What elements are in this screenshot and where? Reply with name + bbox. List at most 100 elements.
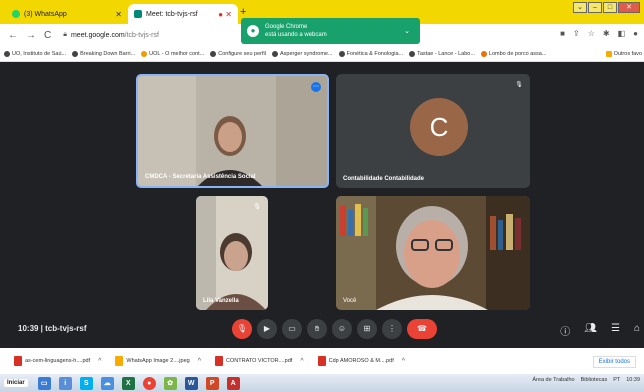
camera-button[interactable]: ▶ bbox=[257, 319, 277, 339]
leave-call-button[interactable]: ☎︎ bbox=[407, 319, 437, 339]
chevron-up-icon[interactable]: ^ bbox=[98, 358, 101, 365]
meet-area: ⋯ CMDCA - Secretaria Assistência Social … bbox=[0, 62, 644, 348]
participant-tile[interactable]: Você bbox=[336, 196, 530, 310]
notification-text: Google Chrome está usando a webcam bbox=[265, 24, 327, 38]
photos-icon[interactable]: ✿ bbox=[163, 376, 177, 390]
bookmark[interactable]: Configure seu perfil bbox=[210, 50, 266, 57]
participant-tile[interactable]: ⋯ CMDCA - Secretaria Assistência Social bbox=[136, 74, 329, 188]
reactions-button[interactable]: ☺ bbox=[332, 319, 352, 339]
pdf-icon bbox=[317, 356, 326, 366]
bookmark[interactable]: Asperger syndrome... bbox=[271, 50, 333, 57]
webcam-icon: ● bbox=[247, 25, 259, 37]
present-button[interactable]: ⊞ bbox=[357, 319, 377, 339]
captions-button[interactable]: ▭ bbox=[282, 319, 302, 339]
back-icon[interactable]: ← bbox=[8, 30, 18, 41]
maximize-button[interactable]: □ bbox=[603, 2, 617, 13]
cloud-icon[interactable]: ☁︎ bbox=[100, 376, 114, 390]
acrobat-icon[interactable]: A bbox=[226, 376, 240, 390]
tab-title: (3) WhatsApp bbox=[24, 10, 67, 18]
bookmark-icon bbox=[480, 50, 487, 57]
excel-icon[interactable]: X bbox=[121, 376, 135, 390]
taskbar-clock[interactable]: 10:39 bbox=[626, 377, 640, 383]
chevron-down-icon[interactable]: ⌄ bbox=[573, 2, 587, 13]
download-item[interactable]: Cdp AMOROSO & M....pdf ^ bbox=[317, 356, 405, 366]
skype-icon[interactable]: S bbox=[79, 376, 93, 390]
word-icon[interactable]: W bbox=[184, 376, 198, 390]
mic-muted-icon: 🎙︎ bbox=[515, 82, 523, 88]
bookmarks-bar: UO, Instituto de Saú... Breaking Down Ba… bbox=[0, 46, 644, 62]
webcam-notification[interactable]: ● Google Chrome está usando a webcam ⌄ bbox=[241, 18, 420, 44]
meeting-info: 10:39 | tcb-tvjs-rsf bbox=[18, 324, 87, 333]
activities-icon[interactable]: ⌂ bbox=[634, 323, 640, 338]
minimize-button[interactable]: – bbox=[588, 2, 602, 13]
bookmark[interactable]: Lombo de porco assa... bbox=[480, 50, 546, 57]
desktop-label[interactable]: Área de Trabalho bbox=[532, 377, 574, 383]
reload-icon[interactable]: C bbox=[44, 30, 51, 41]
pdf-icon bbox=[215, 356, 224, 366]
raise-hand-button[interactable]: ✋︎ bbox=[307, 319, 327, 339]
tab-title: Meet: tcb-tvjs-rsf bbox=[146, 10, 198, 18]
forward-icon[interactable]: → bbox=[26, 30, 36, 41]
chevron-down-icon[interactable]: ⌄ bbox=[404, 27, 410, 35]
close-icon[interactable]: ● ✕ bbox=[218, 10, 232, 19]
participant-name: Contabilidade Contabilidade bbox=[343, 176, 425, 182]
participant-tile[interactable]: C 🎙︎ Contabilidade Contabilidade bbox=[336, 74, 530, 188]
meet-controls: 10:39 | tcb-tvjs-rsf 🎙︎ ▶ ▭ ✋︎ ☺ ⊞ ⋮ ☎︎ … bbox=[0, 310, 644, 348]
image-icon bbox=[115, 356, 124, 366]
tab-whatsapp[interactable]: (3) WhatsApp ✕ bbox=[6, 4, 128, 24]
share-icon[interactable]: ⇪ bbox=[573, 29, 580, 38]
start-button[interactable]: Iniciar bbox=[4, 379, 28, 387]
taskbar: Iniciar ▭ i S ☁︎ X ● ✿ W P A Área de Tra… bbox=[0, 374, 644, 392]
show-all-downloads-button[interactable]: Exibir todos bbox=[592, 356, 636, 368]
download-item[interactable]: WhatsApp Image 2....jpeg ^ bbox=[115, 356, 201, 366]
chevron-up-icon[interactable]: ^ bbox=[198, 358, 201, 365]
mic-off-button[interactable]: 🎙︎ bbox=[232, 319, 252, 339]
bookmark[interactable]: Tastae - Lance - Labo... bbox=[409, 50, 475, 57]
chevron-up-icon[interactable]: ^ bbox=[402, 358, 405, 365]
tab-meet[interactable]: Meet: tcb-tvjs-rsf ● ✕ bbox=[128, 4, 238, 24]
participant-tile[interactable]: 🎙︎ Lila Vanzella bbox=[196, 196, 268, 310]
powerpoint-icon[interactable]: P bbox=[205, 376, 219, 390]
sidebar-icon[interactable]: ◧ bbox=[618, 29, 626, 38]
bookmark[interactable]: Breaking Down Barri... bbox=[72, 50, 135, 57]
chevron-up-icon[interactable]: ^ bbox=[300, 358, 303, 365]
language-indicator[interactable]: PT bbox=[613, 377, 620, 383]
download-item[interactable]: CONTRATO VICTOR....pdf ^ bbox=[215, 356, 304, 366]
bookmark[interactable]: UOL - O melhor cont... bbox=[141, 50, 204, 57]
explorer-icon[interactable]: ▭ bbox=[37, 376, 51, 390]
download-item[interactable]: as-cem-linguagens-h....pdf ^ bbox=[14, 356, 101, 366]
url-path: /tcb-tvjs-rsf bbox=[124, 31, 159, 39]
url-field[interactable]: 🔒︎ meet.google.com /tcb-tvjs-rsf bbox=[63, 31, 159, 39]
bookmark[interactable]: UO, Instituto de Saú... bbox=[4, 50, 66, 57]
window-controls: ⌄ – □ ✕ bbox=[573, 2, 640, 13]
bookmark-icon bbox=[4, 50, 10, 57]
extensions-icon[interactable]: ✱ bbox=[603, 29, 610, 38]
bookmark-folder[interactable]: Outros favo bbox=[605, 50, 642, 57]
control-buttons: 🎙︎ ▶ ▭ ✋︎ ☺ ⊞ ⋮ ☎︎ bbox=[232, 319, 437, 339]
bookmark-icon bbox=[409, 50, 416, 57]
info-icon[interactable]: ⓘ bbox=[560, 323, 570, 338]
more-options-button[interactable]: ⋮ bbox=[382, 319, 402, 339]
folder-icon bbox=[605, 50, 612, 57]
avatar: C bbox=[410, 98, 468, 156]
participant-name: CMDCA - Secretaria Assistência Social bbox=[145, 174, 256, 180]
participant-video bbox=[138, 76, 327, 186]
profile-avatar[interactable]: ● bbox=[633, 29, 638, 38]
participant-name: Você bbox=[343, 298, 357, 304]
people-icon[interactable]: 👥︎ bbox=[584, 323, 597, 338]
app-icon[interactable]: i bbox=[58, 376, 72, 390]
chat-icon[interactable]: ☰ bbox=[611, 323, 620, 338]
close-icon[interactable]: ✕ bbox=[115, 10, 122, 19]
window-close-button[interactable]: ✕ bbox=[618, 2, 640, 13]
camera-icon[interactable]: ■ bbox=[560, 29, 565, 38]
star-icon[interactable]: ☆ bbox=[588, 29, 595, 38]
chrome-icon[interactable]: ● bbox=[142, 376, 156, 390]
system-tray: Área de Trabalho Bibliotecas PT 10:39 bbox=[532, 377, 640, 383]
libraries-label[interactable]: Bibliotecas bbox=[581, 377, 608, 383]
meet-icon bbox=[134, 10, 142, 18]
bookmark-icon bbox=[141, 50, 148, 57]
bookmark-icon bbox=[338, 50, 345, 57]
bookmark[interactable]: Fonética & Fonologia... bbox=[338, 50, 403, 57]
participant-video bbox=[336, 196, 530, 310]
new-tab-button[interactable]: + bbox=[240, 6, 246, 18]
